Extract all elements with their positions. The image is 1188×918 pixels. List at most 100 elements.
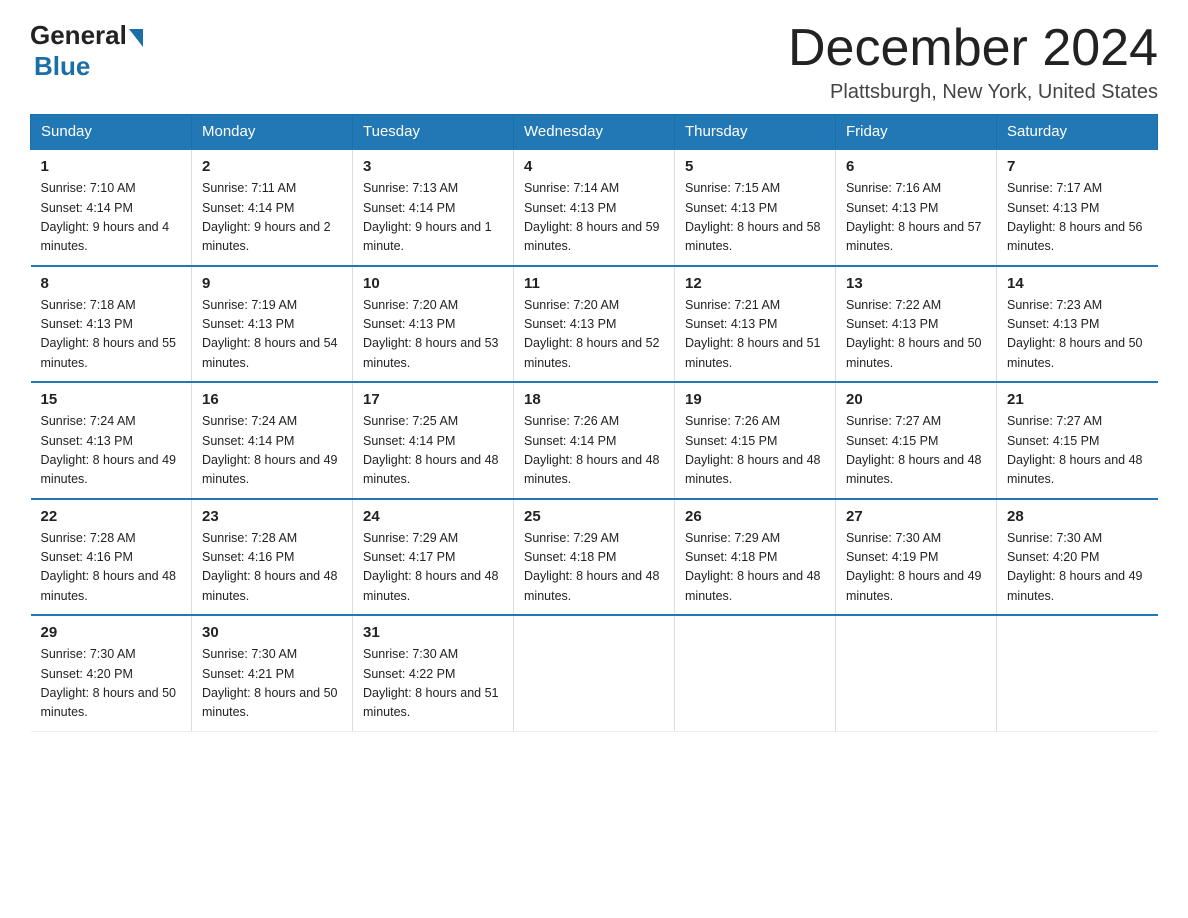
calendar-header-row: SundayMondayTuesdayWednesdayThursdayFrid… bbox=[31, 115, 1158, 150]
calendar-week-row: 22Sunrise: 7:28 AMSunset: 4:16 PMDayligh… bbox=[31, 499, 1158, 616]
calendar-week-row: 1 Sunrise: 7:10 AMSunset: 4:14 PMDaylight… bbox=[31, 149, 1158, 266]
day-info: Sunrise: 7:16 AMSunset: 4:13 PMDaylight:… bbox=[846, 179, 986, 257]
day-info: Sunrise: 7:14 AMSunset: 4:13 PMDaylight:… bbox=[524, 179, 664, 257]
calendar-cell: 16 Sunrise: 7:24 AMSunset: 4:14 PMDayligh… bbox=[192, 382, 353, 499]
day-number: 8 bbox=[41, 275, 182, 292]
calendar-cell: 20 Sunrise: 7:27 AMSunset: 4:15 PMDayligh… bbox=[836, 382, 997, 499]
logo-text: General bbox=[30, 20, 143, 51]
day-info: Sunrise: 7:23 AMSunset: 4:13 PMDaylight:… bbox=[1007, 296, 1148, 374]
day-number: 28 bbox=[1007, 508, 1148, 525]
calendar-cell: 24 Sunrise: 7:29 AMSunset: 4:17 PMDayligh… bbox=[353, 499, 514, 616]
day-info: Sunrise: 7:19 AMSunset: 4:13 PMDaylight:… bbox=[202, 296, 342, 374]
day-number: 5 bbox=[685, 158, 825, 175]
day-info: Sunrise: 7:29 AMSunset: 4:18 PMDaylight:… bbox=[685, 529, 825, 607]
calendar-cell bbox=[675, 615, 836, 731]
logo-general-text: General bbox=[30, 20, 127, 51]
day-info: Sunrise: 7:20 AMSunset: 4:13 PMDaylight:… bbox=[524, 296, 664, 374]
day-number: 18 bbox=[524, 391, 664, 408]
calendar-week-row: 29Sunrise: 7:30 AMSunset: 4:20 PMDayligh… bbox=[31, 615, 1158, 731]
calendar-cell: 23 Sunrise: 7:28 AMSunset: 4:16 PMDayligh… bbox=[192, 499, 353, 616]
month-title: December 2024 bbox=[788, 20, 1158, 77]
day-info: Sunrise: 7:22 AMSunset: 4:13 PMDaylight:… bbox=[846, 296, 986, 374]
day-number: 13 bbox=[846, 275, 986, 292]
day-number: 16 bbox=[202, 391, 342, 408]
col-header-tuesday: Tuesday bbox=[353, 115, 514, 150]
col-header-monday: Monday bbox=[192, 115, 353, 150]
day-info: Sunrise: 7:27 AMSunset: 4:15 PMDaylight:… bbox=[1007, 412, 1148, 490]
col-header-sunday: Sunday bbox=[31, 115, 192, 150]
calendar-cell bbox=[836, 615, 997, 731]
day-number: 2 bbox=[202, 158, 342, 175]
calendar-cell bbox=[997, 615, 1158, 731]
day-info: Sunrise: 7:27 AMSunset: 4:15 PMDaylight:… bbox=[846, 412, 986, 490]
calendar-cell: 21 Sunrise: 7:27 AMSunset: 4:15 PMDayligh… bbox=[997, 382, 1158, 499]
day-number: 7 bbox=[1007, 158, 1148, 175]
calendar-cell: 22Sunrise: 7:28 AMSunset: 4:16 PMDayligh… bbox=[31, 499, 192, 616]
day-info: Sunrise: 7:20 AMSunset: 4:13 PMDaylight:… bbox=[363, 296, 503, 374]
day-number: 20 bbox=[846, 391, 986, 408]
calendar-cell: 31 Sunrise: 7:30 AMSunset: 4:22 PMDayligh… bbox=[353, 615, 514, 731]
day-info: Sunrise: 7:25 AMSunset: 4:14 PMDaylight:… bbox=[363, 412, 503, 490]
day-info: Sunrise: 7:30 AMSunset: 4:22 PMDaylight:… bbox=[363, 645, 503, 723]
calendar-cell: 27 Sunrise: 7:30 AMSunset: 4:19 PMDayligh… bbox=[836, 499, 997, 616]
calendar-cell: 6Sunrise: 7:16 AMSunset: 4:13 PMDaylight… bbox=[836, 149, 997, 266]
day-info: Sunrise: 7:26 AMSunset: 4:14 PMDaylight:… bbox=[524, 412, 664, 490]
day-number: 1 bbox=[41, 158, 182, 175]
day-info: Sunrise: 7:21 AMSunset: 4:13 PMDaylight:… bbox=[685, 296, 825, 374]
calendar-page: General Blue December 2024 Plattsburgh, … bbox=[0, 0, 1188, 762]
day-info: Sunrise: 7:11 AMSunset: 4:14 PMDaylight:… bbox=[202, 179, 342, 257]
day-number: 27 bbox=[846, 508, 986, 525]
day-info: Sunrise: 7:24 AMSunset: 4:13 PMDaylight:… bbox=[41, 412, 182, 490]
calendar-cell: 19Sunrise: 7:26 AMSunset: 4:15 PMDayligh… bbox=[675, 382, 836, 499]
calendar-cell: 8 Sunrise: 7:18 AMSunset: 4:13 PMDaylight… bbox=[31, 266, 192, 383]
calendar-cell: 30Sunrise: 7:30 AMSunset: 4:21 PMDayligh… bbox=[192, 615, 353, 731]
calendar-cell: 25 Sunrise: 7:29 AMSunset: 4:18 PMDayligh… bbox=[514, 499, 675, 616]
day-info: Sunrise: 7:18 AMSunset: 4:13 PMDaylight:… bbox=[41, 296, 182, 374]
day-number: 25 bbox=[524, 508, 664, 525]
day-number: 23 bbox=[202, 508, 342, 525]
calendar-cell: 11 Sunrise: 7:20 AMSunset: 4:13 PMDayligh… bbox=[514, 266, 675, 383]
logo-arrow-icon bbox=[129, 29, 143, 47]
day-info: Sunrise: 7:30 AMSunset: 4:19 PMDaylight:… bbox=[846, 529, 986, 607]
day-info: Sunrise: 7:24 AMSunset: 4:14 PMDaylight:… bbox=[202, 412, 342, 490]
day-info: Sunrise: 7:29 AMSunset: 4:18 PMDaylight:… bbox=[524, 529, 664, 607]
day-number: 31 bbox=[363, 624, 503, 641]
title-block: December 2024 Plattsburgh, New York, Uni… bbox=[788, 20, 1158, 104]
day-info: Sunrise: 7:28 AMSunset: 4:16 PMDaylight:… bbox=[41, 529, 182, 607]
day-number: 9 bbox=[202, 275, 342, 292]
day-number: 11 bbox=[524, 275, 664, 292]
day-number: 21 bbox=[1007, 391, 1148, 408]
calendar-cell: 5Sunrise: 7:15 AMSunset: 4:13 PMDaylight… bbox=[675, 149, 836, 266]
calendar-week-row: 15 Sunrise: 7:24 AMSunset: 4:13 PMDayligh… bbox=[31, 382, 1158, 499]
col-header-saturday: Saturday bbox=[997, 115, 1158, 150]
calendar-cell: 15 Sunrise: 7:24 AMSunset: 4:13 PMDayligh… bbox=[31, 382, 192, 499]
calendar-cell: 7Sunrise: 7:17 AMSunset: 4:13 PMDaylight… bbox=[997, 149, 1158, 266]
calendar-week-row: 8 Sunrise: 7:18 AMSunset: 4:13 PMDaylight… bbox=[31, 266, 1158, 383]
day-number: 24 bbox=[363, 508, 503, 525]
day-info: Sunrise: 7:10 AMSunset: 4:14 PMDaylight:… bbox=[41, 179, 182, 257]
day-info: Sunrise: 7:13 AMSunset: 4:14 PMDaylight:… bbox=[363, 179, 503, 257]
day-number: 26 bbox=[685, 508, 825, 525]
calendar-cell: 14Sunrise: 7:23 AMSunset: 4:13 PMDayligh… bbox=[997, 266, 1158, 383]
day-info: Sunrise: 7:28 AMSunset: 4:16 PMDaylight:… bbox=[202, 529, 342, 607]
calendar-cell: 3 Sunrise: 7:13 AMSunset: 4:14 PMDaylight… bbox=[353, 149, 514, 266]
col-header-friday: Friday bbox=[836, 115, 997, 150]
day-number: 3 bbox=[363, 158, 503, 175]
location-subtitle: Plattsburgh, New York, United States bbox=[788, 81, 1158, 104]
calendar-cell: 1 Sunrise: 7:10 AMSunset: 4:14 PMDaylight… bbox=[31, 149, 192, 266]
day-number: 15 bbox=[41, 391, 182, 408]
page-header: General Blue December 2024 Plattsburgh, … bbox=[30, 20, 1158, 104]
day-number: 12 bbox=[685, 275, 825, 292]
calendar-table: SundayMondayTuesdayWednesdayThursdayFrid… bbox=[30, 114, 1158, 732]
day-info: Sunrise: 7:26 AMSunset: 4:15 PMDaylight:… bbox=[685, 412, 825, 490]
day-info: Sunrise: 7:30 AMSunset: 4:21 PMDaylight:… bbox=[202, 645, 342, 723]
calendar-cell: 10 Sunrise: 7:20 AMSunset: 4:13 PMDayligh… bbox=[353, 266, 514, 383]
day-info: Sunrise: 7:29 AMSunset: 4:17 PMDaylight:… bbox=[363, 529, 503, 607]
day-number: 4 bbox=[524, 158, 664, 175]
day-info: Sunrise: 7:30 AMSunset: 4:20 PMDaylight:… bbox=[1007, 529, 1148, 607]
col-header-wednesday: Wednesday bbox=[514, 115, 675, 150]
day-number: 10 bbox=[363, 275, 503, 292]
day-number: 17 bbox=[363, 391, 503, 408]
calendar-cell: 28 Sunrise: 7:30 AMSunset: 4:20 PMDayligh… bbox=[997, 499, 1158, 616]
calendar-cell: 26 Sunrise: 7:29 AMSunset: 4:18 PMDayligh… bbox=[675, 499, 836, 616]
